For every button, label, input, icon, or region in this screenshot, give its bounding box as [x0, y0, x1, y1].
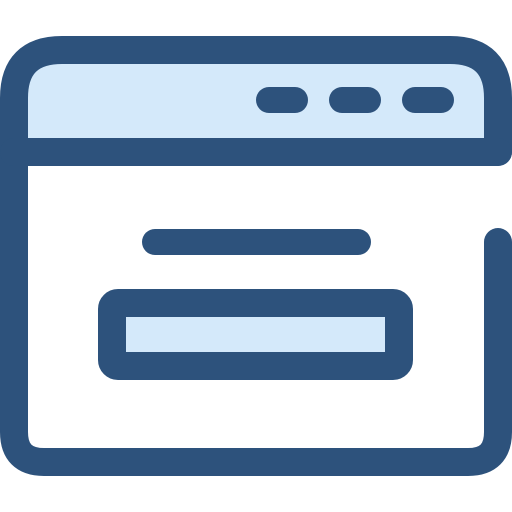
browser-window-icon — [0, 36, 512, 476]
content-input-box — [98, 289, 413, 380]
